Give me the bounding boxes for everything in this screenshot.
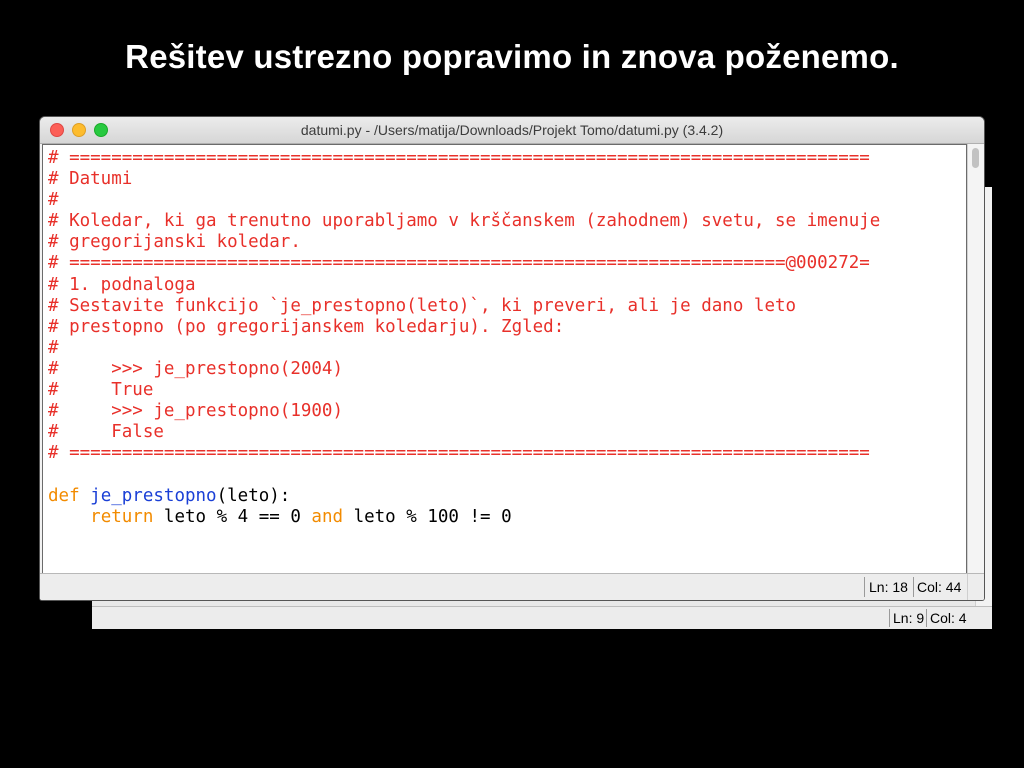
- code-line[interactable]: # >>> je_prestopno(2004): [48, 359, 880, 380]
- code-line[interactable]: #: [48, 190, 880, 211]
- code-comment: # 1. podnaloga: [48, 274, 196, 295]
- code-line[interactable]: # Datumi: [48, 169, 880, 190]
- code-comment: # Koledar, ki ga trenutno uporabljamo v …: [48, 211, 881, 232]
- code-line[interactable]: # ======================================…: [48, 443, 880, 464]
- code-line[interactable]: # ======================================…: [48, 148, 880, 169]
- code-text: leto % 100 != 0: [343, 506, 512, 527]
- code-comment: # Datumi: [48, 169, 133, 190]
- code-comment: # True: [48, 380, 154, 401]
- background-status-bar: Ln: 9 Col: 4: [92, 606, 992, 629]
- code-line[interactable]: # prestopno (po gregorijanskem koledarju…: [48, 317, 880, 338]
- code-line[interactable]: # >>> je_prestopno(1900): [48, 401, 880, 422]
- code-comment: # >>> je_prestopno(2004): [48, 358, 344, 379]
- code-line[interactable]: def je_prestopno(leto):: [48, 486, 880, 507]
- code-keyword: def: [48, 485, 91, 506]
- code-comment: #: [48, 337, 59, 358]
- code-line[interactable]: # ======================================…: [48, 253, 880, 274]
- code-line[interactable]: # 1. podnaloga: [48, 275, 880, 296]
- code-comment: # prestopno (po gregorijanskem koledarju…: [48, 316, 565, 337]
- title-bar[interactable]: datumi.py - /Users/matija/Downloads/Proj…: [40, 117, 984, 144]
- code-line[interactable]: # Sestavite funkcijo `je_prestopno(leto)…: [48, 296, 880, 317]
- code-editor[interactable]: # ======================================…: [42, 144, 967, 575]
- vertical-scrollbar[interactable]: [967, 144, 984, 573]
- code-line[interactable]: # Koledar, ki ga trenutno uporabljamo v …: [48, 211, 880, 232]
- status-bar: Ln: 18 Col: 44: [40, 573, 984, 600]
- background-column-indicator: Col: 4: [930, 610, 967, 626]
- code-comment: # ======================================…: [48, 253, 870, 274]
- code-line[interactable]: [48, 464, 880, 485]
- code-line[interactable]: # gregorijanski koledar.: [48, 232, 880, 253]
- code-line[interactable]: # True: [48, 380, 880, 401]
- code-line[interactable]: # False: [48, 422, 880, 443]
- line-number-indicator: Ln: 18: [869, 579, 908, 595]
- code-keyword: return: [90, 506, 154, 527]
- code-line[interactable]: return leto % 4 == 0 and leto % 100 != 0: [48, 507, 880, 528]
- code-keyword: and: [311, 506, 344, 527]
- background-line-indicator: Ln: 9: [893, 610, 925, 626]
- status-separator: [864, 577, 865, 597]
- code-comment: # ======================================…: [48, 148, 870, 168]
- code-text: (leto):: [216, 485, 291, 506]
- code-line[interactable]: #: [48, 338, 880, 359]
- editor-window[interactable]: datumi.py - /Users/matija/Downloads/Proj…: [40, 117, 984, 600]
- status-separator: [889, 609, 890, 627]
- slide-title: Rešitev ustrezno popravimo in znova pože…: [125, 38, 899, 75]
- code-text[interactable]: # ======================================…: [48, 148, 880, 528]
- window-title: datumi.py - /Users/matija/Downloads/Proj…: [300, 122, 724, 138]
- column-number-indicator: Col: 44: [917, 579, 962, 595]
- code-text: leto % 4 == 0: [153, 506, 312, 527]
- scrollbar-thumb[interactable]: [972, 148, 979, 168]
- resize-grip[interactable]: [967, 574, 984, 600]
- code-comment: # gregorijanski koledar.: [48, 232, 301, 253]
- code-comment: # Sestavite funkcijo `je_prestopno(leto)…: [48, 295, 797, 316]
- function-name: je_prestopno: [90, 485, 217, 506]
- status-separator: [913, 577, 914, 597]
- code-comment: # >>> je_prestopno(1900): [48, 401, 344, 422]
- code-comment: # False: [48, 422, 164, 443]
- code-comment: # ======================================…: [48, 443, 870, 464]
- code-comment: #: [48, 190, 59, 211]
- status-separator: [926, 609, 927, 627]
